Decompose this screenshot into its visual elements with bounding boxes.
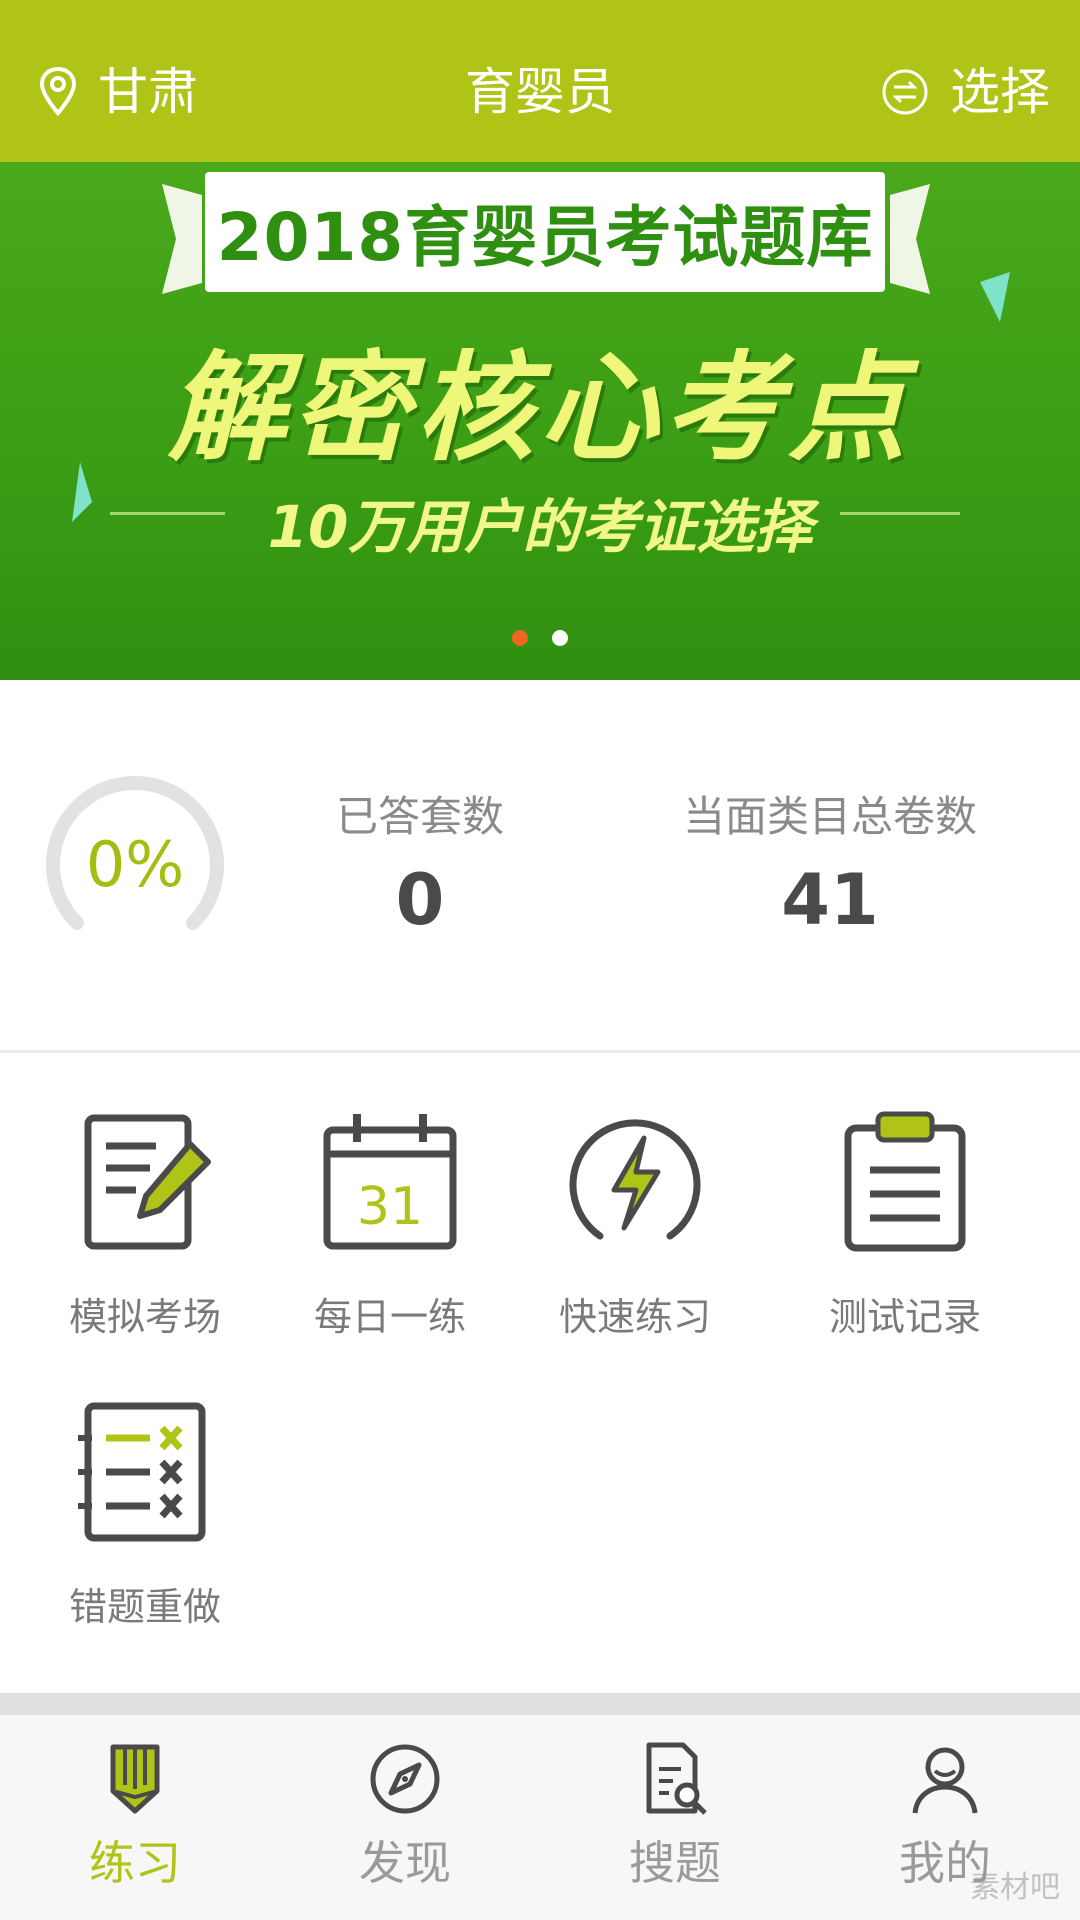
ribbon-left-tail bbox=[162, 184, 202, 294]
calendar-day: 31 bbox=[357, 1177, 423, 1237]
compass-icon bbox=[370, 1744, 440, 1814]
progress-stats: 0% 已答套数 0 当面类目总卷数 41 bbox=[0, 680, 1080, 1050]
nav-label: 发现 bbox=[359, 1836, 451, 1890]
ribbon-right-tail bbox=[890, 184, 930, 294]
section-separator bbox=[0, 1693, 1080, 1715]
exam-paper-pencil-icon bbox=[84, 1114, 211, 1250]
total-label: 当面类目总卷数 bbox=[682, 792, 977, 841]
select-label: 选择 bbox=[950, 63, 1050, 121]
feature-label: 错题重做 bbox=[68, 1585, 221, 1629]
carousel-dot-active[interactable] bbox=[512, 630, 528, 646]
feature-daily-practice[interactable]: 31 每日一练 bbox=[270, 1108, 510, 1340]
answered-value: 0 bbox=[395, 859, 445, 941]
top-header: 甘肃 育婴员 选择 bbox=[0, 0, 1080, 162]
answered-sets: 已答套数 0 bbox=[300, 790, 540, 940]
feature-grid: 模拟考场 31 每日一练 快速练习 测试记录 错题重做 bbox=[0, 1053, 1080, 1693]
feature-redo-wrong[interactable]: 错题重做 bbox=[25, 1398, 265, 1630]
search-document-icon bbox=[646, 1742, 707, 1815]
nav-practice[interactable]: 练习 bbox=[35, 1741, 235, 1891]
pencil-icon bbox=[110, 1744, 160, 1814]
feature-quick-practice[interactable]: 快速练习 bbox=[515, 1108, 755, 1340]
nav-search-questions[interactable]: 搜题 bbox=[575, 1741, 775, 1891]
clipboard-icon bbox=[844, 1111, 966, 1252]
user-icon bbox=[912, 1747, 978, 1814]
total-value: 41 bbox=[781, 859, 879, 941]
wrong-list-icon bbox=[78, 1402, 206, 1542]
banner-headline: 解密核心考点 bbox=[167, 339, 912, 477]
total-papers: 当面类目总卷数 41 bbox=[660, 790, 1000, 940]
banner-ribbon: 2018育婴员考试题库 bbox=[205, 172, 885, 292]
nav-label: 练习 bbox=[89, 1836, 181, 1890]
calendar-icon: 31 bbox=[323, 1114, 457, 1250]
feature-label: 每日一练 bbox=[313, 1295, 466, 1339]
bottom-nav: 练习 发现 搜题 我的 素材吧 bbox=[0, 1715, 1080, 1920]
carousel-dot[interactable] bbox=[552, 630, 568, 646]
promo-banner[interactable]: 2018育婴员考试题库 解密核心考点 10万用户的考证选择 bbox=[0, 162, 1080, 680]
banner-subline: 10万用户的考证选择 bbox=[267, 493, 813, 561]
feature-test-records[interactable]: 测试记录 bbox=[785, 1108, 1025, 1340]
sparkle-icon bbox=[72, 462, 92, 522]
feature-label: 测试记录 bbox=[828, 1295, 981, 1339]
lightning-icon bbox=[569, 1119, 701, 1240]
feature-mock-exam[interactable]: 模拟考场 bbox=[25, 1108, 265, 1340]
nav-discover[interactable]: 发现 bbox=[305, 1741, 505, 1891]
sparkle-icon bbox=[980, 272, 1010, 322]
carousel-dots bbox=[0, 630, 1080, 646]
progress-percent: 0% bbox=[85, 828, 185, 901]
answered-label: 已答套数 bbox=[335, 792, 504, 841]
switch-icon bbox=[882, 69, 928, 115]
feature-label: 模拟考场 bbox=[68, 1295, 221, 1339]
nav-label: 搜题 bbox=[629, 1836, 721, 1890]
watermark: 素材吧 bbox=[970, 1870, 1060, 1905]
select-category-button[interactable]: 选择 bbox=[880, 64, 1050, 120]
feature-label: 快速练习 bbox=[558, 1295, 711, 1339]
